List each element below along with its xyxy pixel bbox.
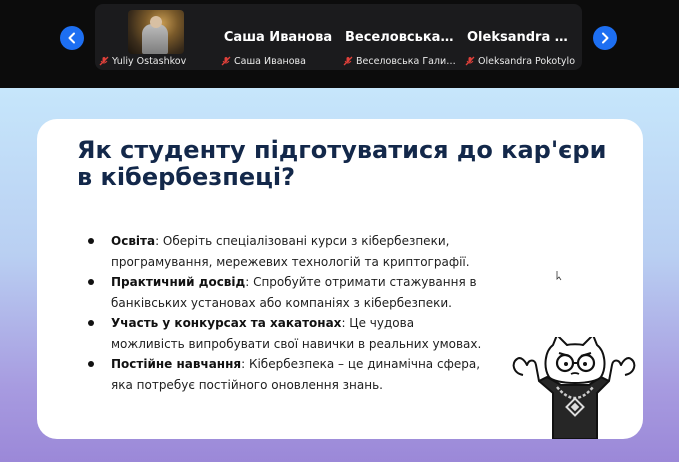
prev-participants-button[interactable]: [60, 26, 84, 50]
participant-label: Oleksandra Pokotylo: [461, 54, 582, 68]
participant-tiles: Yuliy Ostashkov Саша Иванова Саша Иванов…: [95, 4, 582, 70]
shared-screen: Як студенту підготуватися до кар'єри в к…: [0, 88, 679, 462]
participant-strip: Yuliy Ostashkov Саша Иванова Саша Иванов…: [0, 0, 679, 88]
mic-muted-icon: [465, 56, 475, 66]
mic-muted-icon: [221, 56, 231, 66]
bullet-item: Постійне навчання: Кібербезпека – це дин…: [87, 354, 487, 395]
participant-tile[interactable]: Саша Иванова Саша Иванова: [217, 4, 339, 70]
bullet-item: Практичний досвід: Спробуйте отримати ст…: [87, 272, 487, 313]
participant-name: Саша Иванова: [223, 30, 333, 45]
bullet-item: Освіта: Оберіть спеціалізовані курси з к…: [87, 231, 487, 272]
bullet-term: Постійне навчання: [111, 357, 242, 371]
participant-label: Саша Иванова: [217, 54, 339, 68]
chevron-left-icon: [68, 32, 75, 44]
mic-muted-icon: [343, 56, 353, 66]
next-participants-button[interactable]: [593, 26, 617, 50]
cat-mascot-illustration: [512, 337, 636, 439]
participant-tile[interactable]: Oleksandra Pok... Oleksandra Pokotylo: [461, 4, 582, 70]
text-cursor-icon: [556, 271, 562, 281]
participant-label: Yuliy Ostashkov: [95, 54, 217, 68]
bullet-term: Освіта: [111, 234, 156, 248]
slide-title: Як студенту підготуватися до кар'єри в к…: [77, 136, 607, 191]
participant-video: [128, 10, 184, 54]
bullet-text: : Оберіть спеціалізовані курси з кібербе…: [111, 234, 470, 269]
slide-bullets: Освіта: Оберіть спеціалізовані курси з к…: [87, 231, 487, 395]
participant-label: Веселовська Галина В...: [339, 54, 461, 68]
participant-tile[interactable]: Yuliy Ostashkov: [95, 4, 217, 70]
participant-name: Oleksandra Pok...: [467, 30, 582, 45]
bullet-term: Участь у конкурсах та хакатонах: [111, 316, 342, 330]
participant-name: Веселовська Га...: [345, 30, 461, 45]
slide-card: Як студенту підготуватися до кар'єри в к…: [37, 119, 643, 439]
chevron-right-icon: [602, 32, 609, 44]
bullet-item: Участь у конкурсах та хакатонах: Це чудо…: [87, 313, 487, 354]
participant-tile[interactable]: Веселовська Га... Веселовська Галина В..…: [339, 4, 461, 70]
bullet-term: Практичний досвід: [111, 275, 246, 289]
mic-muted-icon: [99, 56, 109, 66]
